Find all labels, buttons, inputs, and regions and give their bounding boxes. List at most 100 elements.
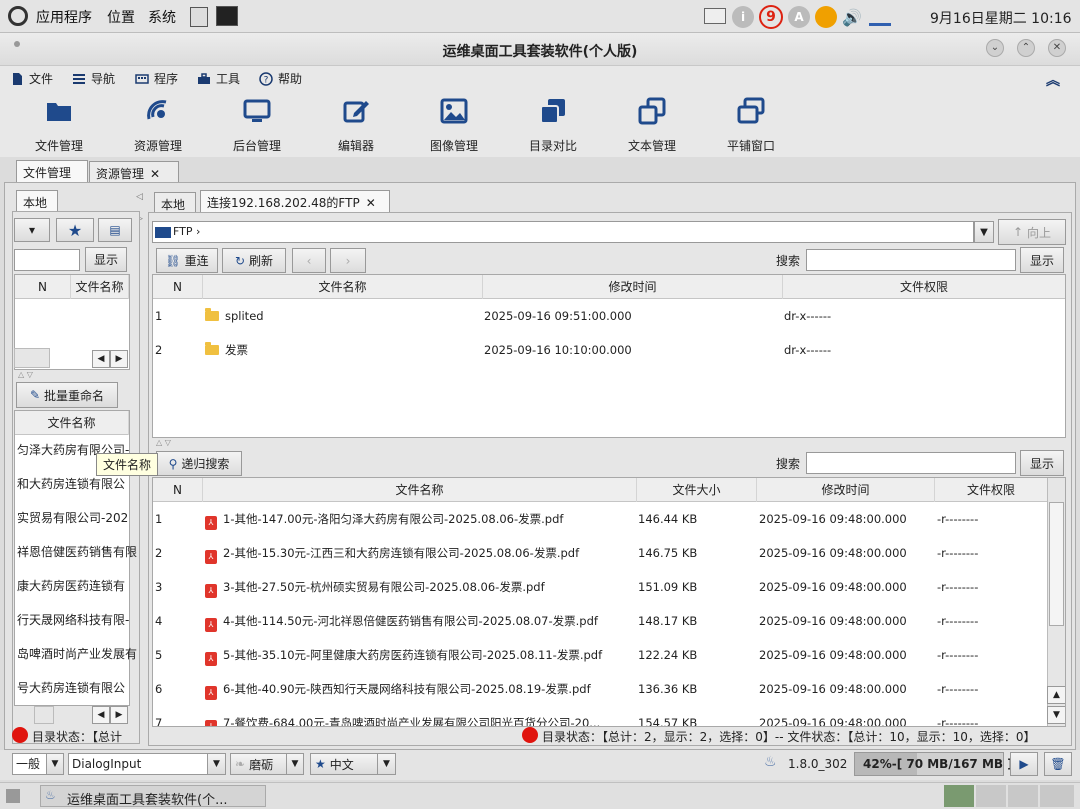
trash-button[interactable]: 🗑	[1044, 752, 1072, 776]
table-row[interactable]: 7 ⅄ 7-餐饮费-684.00元-青岛啤酒时尚产业发展有限公司阳光百货分公司-2…	[153, 706, 1047, 726]
scroll-right-arrow[interactable]: ▶	[110, 706, 128, 724]
ftp-show-button[interactable]: 显示	[1020, 247, 1064, 273]
table-row[interactable]: 6 ⅄ 6-其他-40.90元-陕西知行天晟网络科技有限公司-2025.08.19…	[153, 672, 1047, 706]
volume-icon[interactable]: 🔊	[842, 8, 862, 27]
col-filename[interactable]: 文件名称	[15, 411, 129, 435]
forward-button[interactable]: ›	[330, 248, 366, 273]
tab-file-manager[interactable]: 文件管理	[16, 160, 88, 182]
table-row[interactable]: 3 ⅄ 3-其他-27.50元-杭州硕实贸易有限公司-2025.08.06-发票.…	[153, 570, 1047, 604]
scroll-up-arrow[interactable]: ▲	[1047, 686, 1065, 704]
list-item[interactable]: 号大药房连锁有限公	[17, 671, 125, 705]
scroll-left-arrow[interactable]: ◀	[92, 706, 110, 724]
up-button[interactable]: ↑ 向上	[998, 219, 1066, 245]
network-icon[interactable]	[869, 6, 891, 26]
col-name[interactable]: 文件名称	[203, 478, 637, 502]
terminal-launcher-icon[interactable]	[216, 6, 238, 26]
left-path-input[interactable]	[14, 249, 80, 271]
menu-navigate[interactable]: 导航	[72, 70, 115, 87]
toolbar-file-manager[interactable]: 文件管理	[14, 97, 104, 154]
minimize-button[interactable]: ⌄	[986, 39, 1004, 57]
tab-ftp-connection[interactable]: 连接192.168.202.48的FTP ✕	[200, 190, 390, 212]
col-n[interactable]: N	[15, 275, 71, 299]
toolbar-text-manager[interactable]: 文本管理	[607, 97, 697, 154]
scroll-right-arrow[interactable]: ▶	[110, 350, 128, 368]
toolbar-editor[interactable]: 编辑器	[311, 97, 401, 154]
workspace-4[interactable]	[1040, 785, 1074, 807]
window-titlebar[interactable]: 运维桌面工具套装软件(个人版) ⌄ ⌃ ✕	[0, 33, 1080, 66]
text-editor-launcher-icon[interactable]	[190, 7, 208, 27]
distro-logo-icon[interactable]	[8, 6, 28, 26]
drive-dropdown[interactable]: ▾	[14, 218, 50, 242]
theme-dropdown-arrow[interactable]: ▼	[286, 753, 304, 775]
toolbar-tile-windows[interactable]: 平铺窗口	[706, 97, 796, 154]
panel-collapse-icon[interactable]: ◁	[136, 192, 143, 202]
workspace-3[interactable]	[1008, 785, 1038, 807]
keyboard-icon[interactable]	[704, 8, 726, 24]
list-item[interactable]: 实贸易有限公司-202	[17, 501, 128, 535]
batch-rename-button[interactable]: ✎ 批量重命名	[16, 382, 118, 408]
list-item[interactable]: 行天晟网络科技有限-	[17, 603, 129, 637]
font-select[interactable]: DialogInput	[68, 753, 226, 775]
reconnect-button[interactable]: ⛓ 重连	[156, 248, 218, 273]
list-item[interactable]: 康大药房医药连锁有	[17, 569, 125, 603]
menu-program[interactable]: 程序	[135, 70, 178, 87]
path-dropdown-arrow[interactable]: ▼	[974, 221, 994, 243]
memory-bar[interactable]: 42%-[ 70 MB/167 MB ]	[854, 752, 1013, 776]
list-item[interactable]: 岛啤酒时尚产业发展有	[17, 637, 137, 671]
ftp-search-input[interactable]	[806, 249, 1016, 271]
menu-tools[interactable]: 工具	[197, 70, 240, 87]
table-row[interactable]: 2 ⅄ 2-其他-15.30元-江西三和大药房连锁有限公司-2025.08.06-…	[153, 536, 1047, 570]
splitter-handle[interactable]: △ ▽	[18, 370, 33, 379]
left-file-scroll-thumb[interactable]	[34, 706, 54, 724]
refresh-button[interactable]: ↻ 刷新	[222, 248, 286, 273]
toolbar-backend-manager[interactable]: 后台管理	[212, 97, 302, 154]
file-show-button[interactable]: 显示	[1020, 450, 1064, 476]
col-size[interactable]: 文件大小	[637, 478, 757, 502]
file-search-input[interactable]	[806, 452, 1016, 474]
system-menu[interactable]: 系统	[148, 7, 176, 27]
table-row[interactable]: 4 ⅄ 4-其他-114.50元-河北祥恩倍健医药销售有限公司-2025.08.0…	[153, 604, 1047, 638]
col-mtime[interactable]: 修改时间	[483, 275, 783, 299]
run-button[interactable]: ▶	[1010, 752, 1038, 776]
clock[interactable]: 9月16日星期二 10:16	[930, 8, 1072, 28]
table-row[interactable]: 1 ⅄ 1-其他-147.00元-洛阳匀泽大药房有限公司-2025.08.06-发…	[153, 502, 1047, 536]
tab-resource-manager[interactable]: 资源管理 ✕	[89, 161, 179, 183]
notification-badge[interactable]: 9	[759, 5, 783, 29]
left-show-button[interactable]: 显示	[85, 247, 127, 272]
mode-dropdown-arrow[interactable]: ▼	[46, 753, 64, 775]
collapse-toolbar-icon[interactable]: ︽	[1046, 70, 1060, 90]
places-menu[interactable]: 位置	[107, 7, 135, 27]
toolbar-image-manager[interactable]: 图像管理	[409, 97, 499, 154]
col-name[interactable]: 文件名称	[71, 275, 129, 299]
close-tab-icon[interactable]: ✕	[366, 196, 376, 210]
file-table-scrollbar[interactable]: ▲ ▼	[1047, 478, 1065, 726]
workspace-2[interactable]	[976, 785, 1006, 807]
show-desktop-icon[interactable]	[6, 789, 20, 803]
table-row[interactable]: 1 splited 2025-09-16 09:51:00.000 dr-x--…	[153, 299, 1065, 333]
col-mtime[interactable]: 修改时间	[757, 478, 935, 502]
workspace-1[interactable]	[944, 785, 974, 807]
language-dropdown-arrow[interactable]: ▼	[377, 753, 396, 775]
close-tab-icon[interactable]: ✕	[150, 167, 160, 181]
font-dropdown-arrow[interactable]: ▼	[207, 753, 226, 775]
tab-left-local[interactable]: 本地	[16, 190, 58, 212]
col-n[interactable]: N	[153, 275, 203, 299]
table-row[interactable]: 2 发票 2025-09-16 10:10:00.000 dr-x------	[153, 333, 1065, 367]
user-a-icon[interactable]: A	[788, 6, 810, 28]
col-name[interactable]: 文件名称	[203, 275, 483, 299]
table-row[interactable]: 5 ⅄ 5-其他-35.10元-阿里健康大药房医药连锁有限公司-2025.08.1…	[153, 638, 1047, 672]
col-perm[interactable]: 文件权限	[935, 478, 1047, 502]
col-n[interactable]: N	[153, 478, 203, 502]
menu-file[interactable]: 文件	[10, 70, 53, 87]
ftp-path-combo[interactable]: FTP ›	[152, 221, 974, 243]
close-button[interactable]: ✕	[1048, 39, 1066, 57]
maximize-button[interactable]: ⌃	[1017, 39, 1035, 57]
taskbar-window-button[interactable]: ♨ 运维桌面工具套装软件(个...	[40, 785, 266, 808]
back-button[interactable]: ‹	[292, 248, 326, 273]
info-icon[interactable]: i	[732, 6, 754, 28]
toolbar-resource-manager[interactable]: 资源管理	[113, 97, 203, 154]
splitter-handle[interactable]: △ ▽	[156, 438, 171, 447]
left-scroll-thumb[interactable]	[14, 348, 50, 368]
view-list-icon[interactable]: ▤	[98, 218, 132, 242]
toolbar-dir-compare[interactable]: 目录对比	[508, 97, 598, 154]
